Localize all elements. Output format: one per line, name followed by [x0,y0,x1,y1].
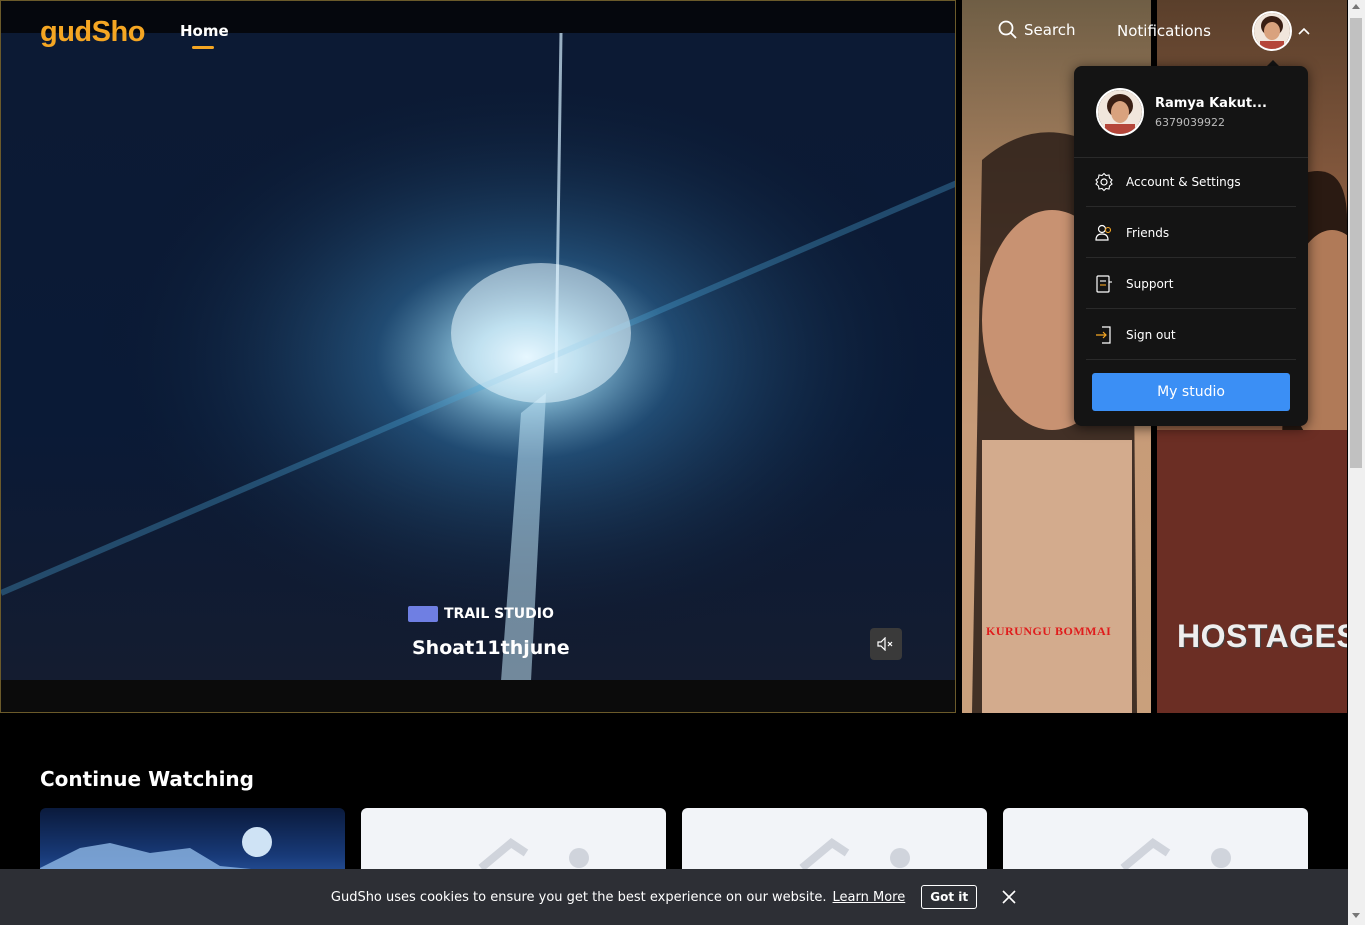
hero-title: Shoat11thjune [412,637,570,659]
sign-out-icon [1096,325,1111,344]
hero-banner[interactable]: TRAIL STUDIO Shoat11thjune [0,0,956,713]
scroll-down-arrow-icon[interactable] [1352,913,1360,918]
my-studio-button[interactable]: My studio [1092,373,1290,411]
search-label: Search [1024,21,1076,39]
menu-item-label: Sign out [1126,327,1176,342]
menu-item-sign-out[interactable]: Sign out [1086,310,1296,360]
chevron-up-icon [1298,27,1310,35]
hero-video-frame [1,33,955,681]
cookie-banner: GudSho uses cookies to ensure you get th… [0,869,1348,925]
mute-icon [877,637,893,651]
notifications-button[interactable]: Notifications [1117,22,1211,40]
avatar [1096,88,1144,136]
profile-dropdown: Ramya Kakut... 6379039922 Account & Sett… [1074,66,1308,426]
search-button[interactable]: Search [998,20,1076,40]
poster-title: HOSTAGES [1177,618,1347,654]
page: TRAIL STUDIO Shoat11thjune KURUNGU BOMMA… [0,0,1365,925]
search-icon [998,20,1017,39]
menu-item-label: Support [1126,276,1174,291]
menu-item-label: Friends [1126,225,1170,240]
mute-button[interactable] [870,628,902,660]
gudsho-logo[interactable]: gudSho [40,16,145,49]
avatar-image [1098,90,1142,134]
support-icon [1096,274,1112,293]
menu-item-label: Account & Settings [1126,174,1241,189]
menu-item-account-settings[interactable]: Account & Settings [1086,157,1296,207]
hero-footer-strip [1,680,955,712]
learn-more-link[interactable]: Learn More [833,890,906,905]
profile-name: Ramya Kakut... [1155,95,1267,111]
profile-menu-toggle[interactable] [1252,11,1310,51]
studio-logo-icon [408,606,438,622]
profile-summary[interactable]: Ramya Kakut... 6379039922 [1096,88,1267,136]
section-title: Continue Watching [40,767,254,791]
page-scrollbar[interactable] [1348,0,1365,925]
poster-title: KURUNGU BOMMAI [986,624,1112,638]
friends-icon [1095,224,1112,241]
menu-item-friends[interactable]: Friends [1086,208,1296,258]
nav-home[interactable]: Home [180,22,229,49]
got-it-button[interactable]: Got it [921,885,978,909]
profile-phone: 6379039922 [1155,115,1225,129]
menu-item-support[interactable]: Support [1086,259,1296,309]
gear-icon [1095,172,1113,191]
close-icon[interactable] [1001,889,1017,905]
hero-studio[interactable]: TRAIL STUDIO [408,606,554,622]
studio-name: TRAIL STUDIO [444,606,554,622]
cookie-message: GudSho uses cookies to ensure you get th… [330,889,827,905]
scrollbar-thumb[interactable] [1350,18,1362,468]
avatar [1252,11,1292,51]
scroll-up-arrow-icon[interactable] [1352,4,1360,9]
avatar-image [1254,13,1290,49]
